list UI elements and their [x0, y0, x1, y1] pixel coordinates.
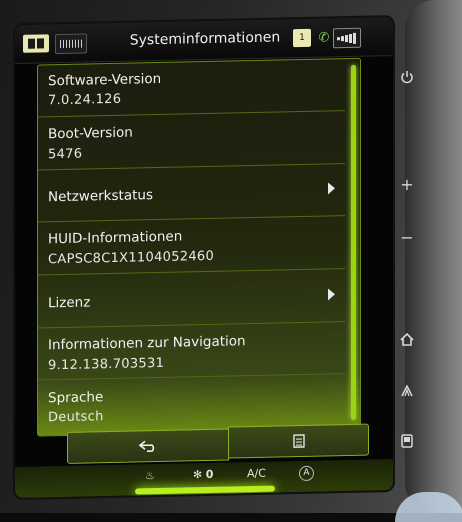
list-item-value: CAPSC8C1X1104052460	[48, 249, 214, 267]
menu-list-button[interactable]	[228, 424, 369, 459]
title-bar: Systeminformationen 1 ✆	[15, 17, 393, 64]
volume-down-button[interactable]: −	[397, 228, 417, 247]
list-item-navigation-info[interactable]: Informationen zur Navigation 9.12.138.70…	[38, 322, 345, 380]
list-item-software-version[interactable]: Software-Version 7.0.24.126	[38, 59, 345, 117]
list-item-value: Deutsch	[48, 409, 104, 425]
phone-device-icon[interactable]	[397, 434, 417, 452]
phone-icon[interactable]: ✆	[317, 28, 331, 46]
list-item-label: HUID-Informationen	[48, 228, 182, 247]
scrollbar[interactable]	[351, 65, 356, 420]
home-icon[interactable]	[397, 333, 417, 350]
back-button[interactable]	[67, 429, 229, 464]
list-item-label: Netzwerkstatus	[48, 187, 153, 205]
power-icon[interactable]	[397, 70, 417, 88]
signal-strength-icon	[333, 28, 361, 49]
fan-level: 0	[206, 468, 214, 481]
page-title: Systeminformationen	[105, 29, 305, 49]
system-info-list: Software-Version 7.0.24.126 Boot-Version…	[37, 58, 361, 437]
volume-up-button[interactable]: +	[397, 175, 417, 194]
touchscreen: Systeminformationen 1 ✆ Software-Version…	[15, 17, 393, 498]
list-item-value: 7.0.24.126	[48, 92, 121, 109]
list-item-label: Software-Version	[48, 71, 161, 89]
chevron-right-icon	[328, 182, 335, 194]
auto-climate-button[interactable]: A	[299, 466, 314, 481]
fan-control[interactable]: ✻ 0	[193, 468, 213, 481]
barcode-icon	[60, 40, 82, 48]
chevron-right-icon	[328, 288, 335, 300]
navigation-icon[interactable]	[397, 385, 417, 401]
list-item-boot-version[interactable]: Boot-Version 5476	[38, 111, 345, 170]
manual-book-button[interactable]	[23, 34, 49, 53]
barcode-button[interactable]	[55, 33, 87, 54]
list-item-label: Boot-Version	[48, 125, 133, 143]
seat-heating-icon[interactable]: ♨	[145, 469, 155, 482]
list-item-network-status[interactable]: Netzwerkstatus	[38, 164, 345, 222]
list-item-label: Sprache	[48, 389, 103, 406]
list-item-license[interactable]: Lizenz	[38, 269, 345, 328]
list-item-value: 5476	[48, 147, 82, 163]
notification-badge[interactable]: 1	[293, 29, 311, 47]
list-item-huid-info[interactable]: HUID-Informationen CAPSC8C1X1104052460	[38, 216, 345, 275]
list-item-label: Informationen zur Navigation	[48, 333, 246, 353]
list-item-label: Lizenz	[48, 294, 90, 311]
list-item-value: 9.12.138.703531	[48, 356, 164, 373]
back-arrow-icon	[139, 440, 157, 452]
list-icon	[293, 434, 305, 448]
ac-button[interactable]: A/C	[247, 467, 266, 480]
book-icon	[27, 37, 45, 49]
